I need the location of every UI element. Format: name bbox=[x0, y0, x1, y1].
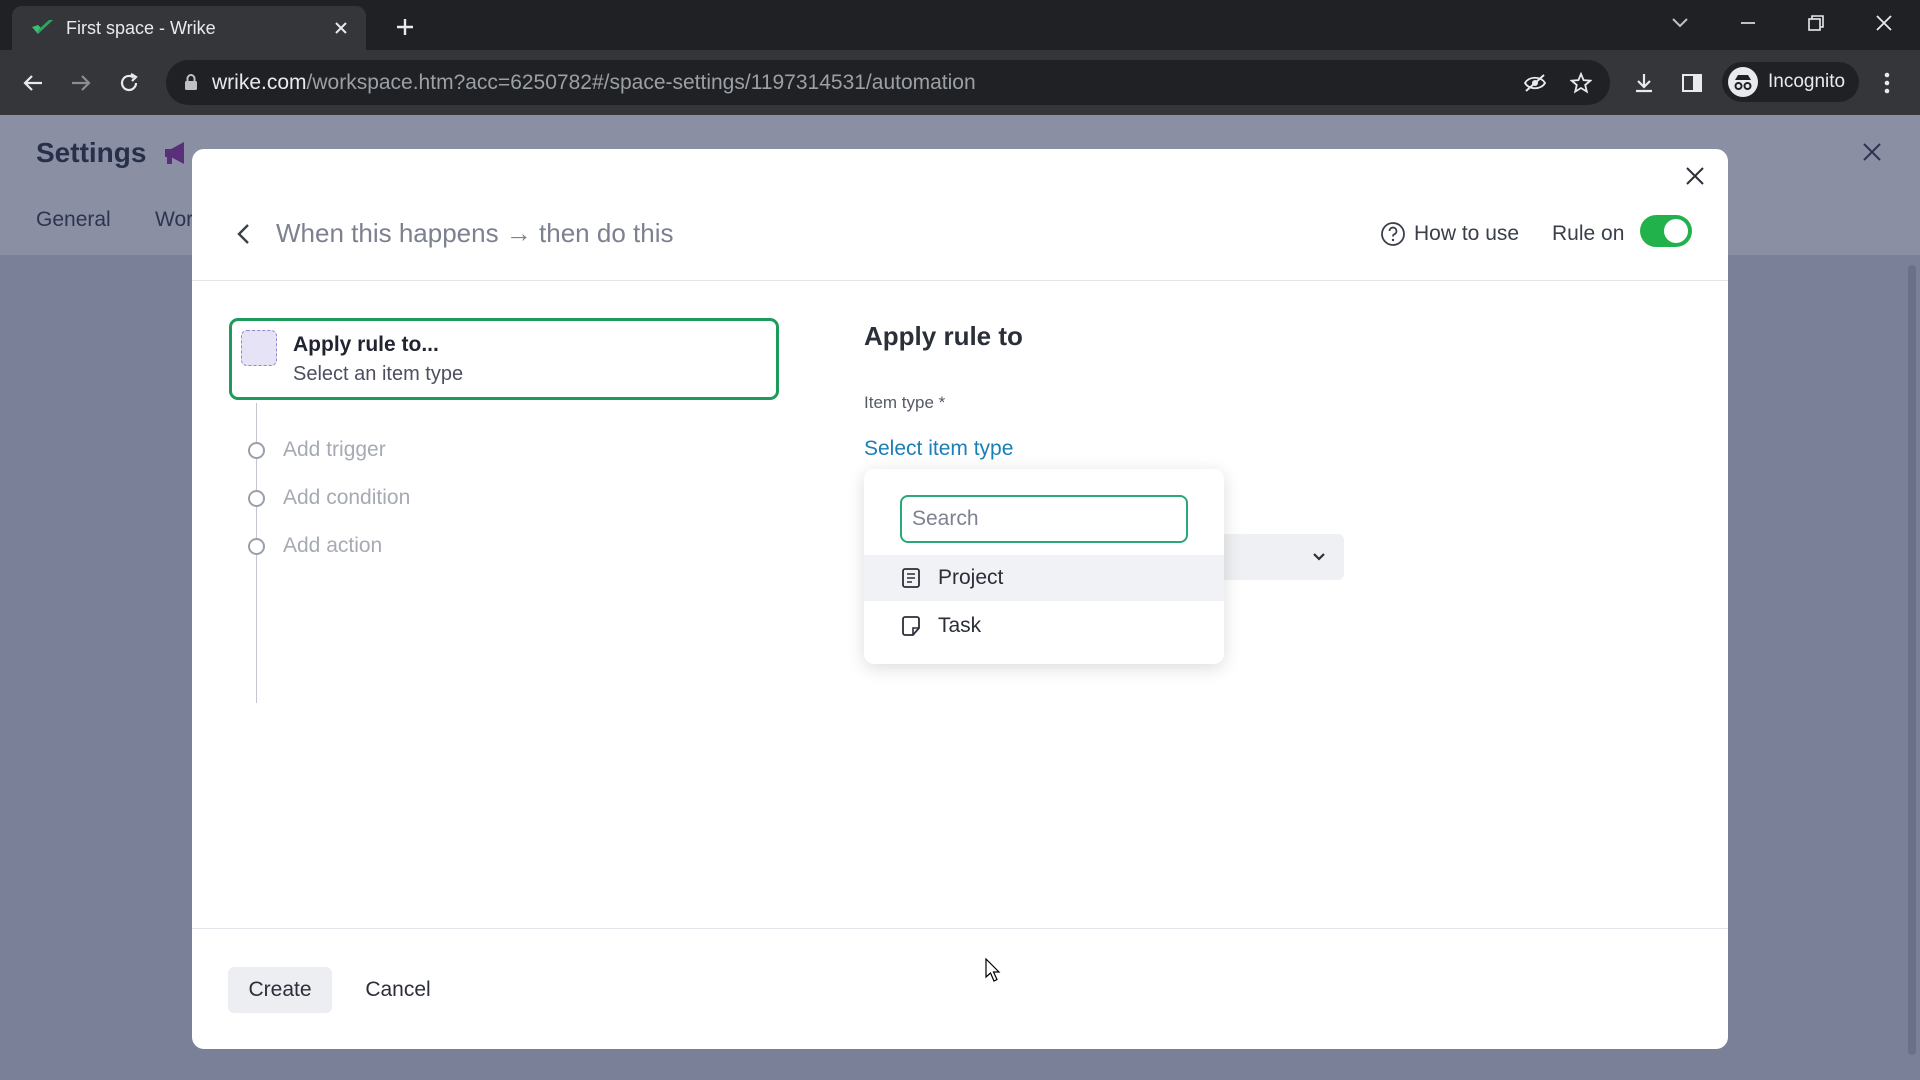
tab-search-chevron-icon[interactable] bbox=[1658, 8, 1702, 38]
add-trigger-step[interactable]: Add trigger bbox=[248, 435, 386, 465]
add-action-step[interactable]: Add action bbox=[248, 531, 382, 561]
cancel-button[interactable]: Cancel bbox=[346, 967, 450, 1013]
step-dot-icon bbox=[248, 441, 265, 459]
window-close-icon[interactable] bbox=[1862, 8, 1906, 38]
add-condition-step[interactable]: Add condition bbox=[248, 483, 410, 513]
forward-arrow-icon[interactable] bbox=[64, 66, 98, 100]
project-icon bbox=[902, 568, 920, 588]
lock-icon[interactable] bbox=[180, 72, 202, 94]
url-path: /workspace.htm?acc=6250782#/space-settin… bbox=[306, 70, 976, 94]
help-circle-icon bbox=[1381, 222, 1405, 246]
create-button[interactable]: Create bbox=[228, 967, 332, 1013]
tab-title: First space - Wrike bbox=[66, 17, 216, 38]
apply-rule-step-title: Apply rule to... bbox=[293, 333, 439, 356]
step-dot-icon bbox=[248, 489, 265, 507]
automation-rule-modal: When this happens → then do this How to … bbox=[192, 149, 1728, 1049]
side-panel-icon[interactable] bbox=[1675, 66, 1709, 100]
back-chevron-icon[interactable] bbox=[228, 219, 258, 249]
item-type-dropdown: Project Task bbox=[864, 469, 1224, 664]
megaphone-icon bbox=[165, 142, 184, 164]
rule-title: When this happens → then do this bbox=[276, 218, 674, 248]
rule-on-toggle[interactable] bbox=[1640, 215, 1692, 247]
option-project[interactable]: Project bbox=[864, 555, 1224, 601]
download-icon[interactable] bbox=[1627, 66, 1661, 100]
url-host: wrike.com bbox=[212, 70, 307, 94]
item-type-search-input[interactable] bbox=[900, 495, 1188, 543]
apply-rule-step-subtitle: Select an item type bbox=[293, 363, 464, 385]
item-type-placeholder-icon bbox=[241, 330, 277, 366]
select-item-type-link[interactable]: Select item type bbox=[864, 437, 1013, 461]
address-bar[interactable]: wrike.com/workspace.htm?acc=6250782#/spa… bbox=[166, 60, 1610, 105]
modal-close-icon[interactable] bbox=[1680, 161, 1710, 191]
url-text: wrike.com/workspace.htm?acc=6250782#/spa… bbox=[212, 71, 976, 95]
new-tab-icon[interactable] bbox=[390, 12, 420, 42]
panel-heading: Apply rule to bbox=[864, 321, 1023, 351]
option-task[interactable]: Task bbox=[864, 603, 1224, 649]
task-icon bbox=[902, 616, 920, 636]
chevron-down-icon bbox=[1313, 553, 1325, 561]
option-project-label: Project bbox=[938, 566, 1004, 589]
tab-close-icon[interactable] bbox=[328, 15, 354, 41]
item-type-label: Item type * bbox=[864, 393, 946, 412]
how-to-use-label: How to use bbox=[1414, 222, 1520, 245]
back-arrow-icon[interactable] bbox=[16, 66, 50, 100]
settings-tab-general[interactable]: General bbox=[36, 208, 111, 232]
browser-tabbar: First space - Wrike bbox=[0, 0, 1920, 50]
modal-header: When this happens → then do this How to … bbox=[192, 149, 1728, 281]
page-scrollbar[interactable] bbox=[1908, 265, 1916, 1055]
option-task-label: Task bbox=[938, 614, 982, 637]
how-to-use-link[interactable]: How to use bbox=[1380, 219, 1519, 249]
add-trigger-label: Add trigger bbox=[283, 438, 386, 461]
kebab-menu-icon[interactable] bbox=[1870, 66, 1904, 100]
step-dot-icon bbox=[248, 537, 265, 555]
apply-rule-step-card[interactable]: Apply rule to... Select an item type bbox=[229, 318, 779, 400]
reload-icon[interactable] bbox=[112, 66, 146, 100]
incognito-profile-button[interactable]: Incognito bbox=[1722, 62, 1860, 102]
settings-tab-workflows[interactable]: Wor bbox=[155, 208, 193, 232]
settings-title: Settings bbox=[36, 137, 147, 168]
add-action-label: Add action bbox=[283, 534, 383, 557]
modal-footer: Create Cancel bbox=[192, 928, 1728, 1049]
eye-off-icon[interactable] bbox=[1522, 70, 1548, 96]
star-icon[interactable] bbox=[1568, 70, 1594, 96]
minimize-icon[interactable] bbox=[1726, 8, 1770, 38]
mouse-cursor-icon bbox=[985, 958, 1001, 982]
toggle-knob bbox=[1664, 219, 1688, 243]
restore-icon[interactable] bbox=[1794, 8, 1838, 38]
browser-tab[interactable]: First space - Wrike bbox=[12, 6, 366, 50]
add-condition-label: Add condition bbox=[283, 486, 411, 509]
incognito-icon bbox=[1728, 67, 1758, 97]
wrike-logo-icon bbox=[32, 20, 53, 34]
profile-label: Incognito bbox=[1768, 71, 1846, 92]
settings-close-icon[interactable] bbox=[1860, 140, 1884, 164]
rule-on-label: Rule on bbox=[1552, 222, 1625, 245]
